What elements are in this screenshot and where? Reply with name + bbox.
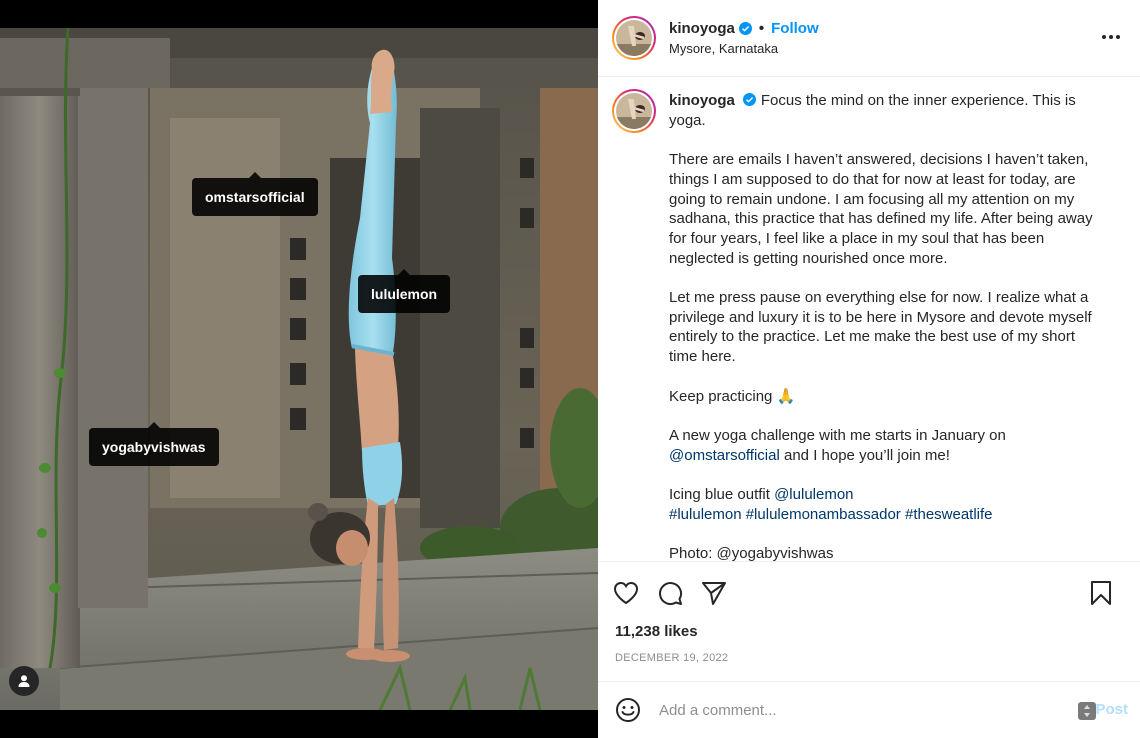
post-comment-button[interactable]: Post xyxy=(1095,701,1128,718)
avatar-image xyxy=(616,20,652,56)
post-actions xyxy=(598,561,1140,623)
caption-paragraph-1: There are emails I haven’t answered, dec… xyxy=(669,151,1093,267)
mention-lululemon[interactable]: @lululemon xyxy=(774,486,853,503)
verified-badge-icon xyxy=(738,22,752,35)
post-details-panel: kinoyoga • Follow Mysore, Karnataka kino… xyxy=(598,0,1140,738)
caption-scroll-area[interactable]: kinoyoga Focus the mind on the inner expe… xyxy=(598,77,1140,561)
comment-input[interactable] xyxy=(659,701,1059,719)
post-header: kinoyoga • Follow Mysore, Karnataka xyxy=(598,0,1140,77)
caption-p4-text-b: and I hope you’ll join me! xyxy=(784,446,950,464)
person-icon xyxy=(18,675,30,687)
caption-avatar[interactable] xyxy=(612,89,656,133)
caption-avatar-image xyxy=(616,93,652,129)
comment-button[interactable] xyxy=(654,577,686,609)
photo-tag-lululemon[interactable]: lululemon xyxy=(358,269,451,313)
caption-paragraph-2: Let me press pause on everything else fo… xyxy=(669,289,1092,366)
tagged-users-button[interactable] xyxy=(9,666,39,696)
smiley-icon xyxy=(616,698,640,722)
photo-tag-omstarsofficial[interactable]: omstarsofficial xyxy=(192,172,318,216)
caption-p4-text-a: A new yoga challenge with me starts in J… xyxy=(669,426,1006,444)
caption-verified-badge-icon xyxy=(742,93,756,106)
paper-plane-icon xyxy=(702,581,726,605)
emoji-button[interactable] xyxy=(614,696,642,724)
bookmark-icon xyxy=(1091,581,1111,605)
comment-bar: Post xyxy=(598,682,1140,738)
heart-icon xyxy=(613,581,639,604)
post-date[interactable]: DECEMBER 19, 2022 xyxy=(598,651,1140,682)
mention-omstarsofficial[interactable]: @omstarsofficial xyxy=(669,447,780,464)
post-photo[interactable]: omstarsofficial lululemon yogabyvishwas xyxy=(0,28,598,710)
photo-tag-yogabyvishwas[interactable]: yogabyvishwas xyxy=(89,422,219,466)
header-username[interactable]: kinoyoga xyxy=(669,20,735,37)
handstand-photo xyxy=(0,28,598,710)
caption-hashtags[interactable]: #lululemon #lululemonambassador #theswea… xyxy=(669,506,993,523)
caption-paragraph-4: A new yoga challenge with me starts in J… xyxy=(669,426,1105,465)
likes-count[interactable]: 11,238 likes xyxy=(598,623,1140,651)
post-caption: kinoyoga Focus the mind on the inner expe… xyxy=(612,89,1126,561)
header-separator: • xyxy=(758,20,765,37)
caption-paragraph-3: Keep practicing 🙏 xyxy=(669,387,796,405)
caption-username[interactable]: kinoyoga xyxy=(669,92,735,109)
save-button[interactable] xyxy=(1085,577,1117,609)
sort-arrows-icon xyxy=(1084,705,1090,717)
avatar[interactable] xyxy=(612,16,656,60)
post-media: omstarsofficial lululemon yogabyvishwas xyxy=(0,0,598,738)
follow-button[interactable]: Follow xyxy=(771,20,819,37)
comment-bubble-icon xyxy=(659,581,683,605)
post-location[interactable]: Mysore, Karnataka xyxy=(669,41,819,56)
caption-p5-text: Icing blue outfit xyxy=(669,485,770,503)
caption-paragraph-5: Icing blue outfit @lululemon #lululemon … xyxy=(669,485,1105,524)
extension-icon[interactable] xyxy=(1078,702,1096,720)
like-button[interactable] xyxy=(610,577,642,609)
share-button[interactable] xyxy=(698,577,730,609)
more-options-button[interactable] xyxy=(1100,26,1122,48)
caption-paragraph-6: Photo: @yogabyvishwas xyxy=(669,545,834,561)
caption-intro: kinoyoga Focus the mind on the inner expe… xyxy=(669,91,1105,130)
more-horizontal-icon xyxy=(1102,35,1120,39)
instagram-post: omstarsofficial lululemon yogabyvishwas xyxy=(0,0,1140,738)
